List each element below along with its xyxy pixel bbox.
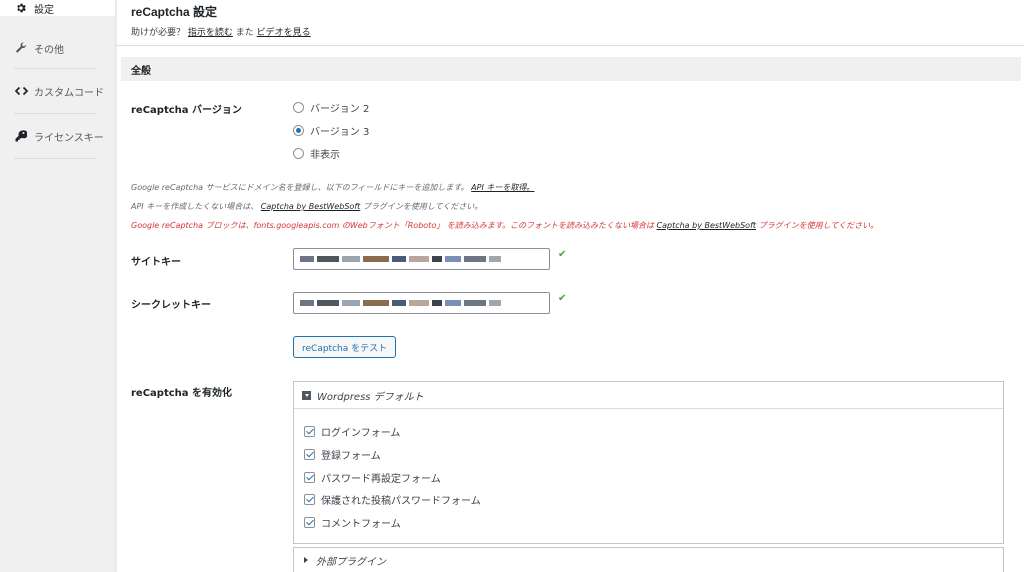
checkbox-checked[interactable] — [304, 449, 315, 460]
radio-button[interactable] — [293, 148, 304, 159]
wordpress-default-group: Wordpress デフォルト ログインフォーム 登録フォーム パスワード再設定… — [293, 381, 1004, 544]
site-key-valid-icon: ✔ — [558, 249, 567, 260]
external-plugins-header[interactable]: 外部プラグイン — [293, 547, 1004, 572]
settings-sidebar: 設定 その他 カスタムコード ライセンスキー — [0, 0, 116, 572]
sidebar-item-label: カスタムコード — [34, 87, 104, 99]
checkbox-comment-form[interactable]: コメントフォーム — [304, 515, 401, 530]
radio-button[interactable] — [293, 102, 304, 113]
font-warning-note: Google reCaptcha ブロックは、fonts.googleapis.… — [131, 221, 879, 230]
watch-video-link[interactable]: ビデオを見る — [257, 28, 311, 38]
checkbox-checked[interactable] — [304, 426, 315, 437]
radio-version-3[interactable]: バージョン 3 — [293, 123, 369, 138]
sidebar-item-custom-code[interactable]: カスタムコード — [0, 69, 115, 113]
version-label: reCaptcha バージョン — [131, 105, 242, 116]
page-header: reCaptcha 設定 助けが必要？ 指示を読む また ビデオを見る — [117, 0, 1024, 46]
wrench-icon — [14, 41, 28, 55]
checkbox-checked[interactable] — [304, 472, 315, 483]
page-title: reCaptcha 設定 — [131, 5, 218, 19]
key-icon — [14, 129, 28, 143]
site-key-input[interactable] — [293, 248, 550, 270]
captcha-bws-link[interactable]: Captcha by BestWebSoft — [261, 202, 361, 211]
settings-main: reCaptcha 設定 助けが必要？ 指示を読む また ビデオを見る 全般 r… — [117, 0, 1024, 572]
collapse-toggle-icon[interactable] — [302, 390, 311, 400]
redacted-value — [300, 300, 501, 306]
radio-version-2[interactable]: バージョン 2 — [293, 100, 369, 115]
sidebar-item-license-key[interactable]: ライセンスキー — [0, 114, 115, 158]
sidebar-item-label: ライセンスキー — [34, 132, 104, 144]
api-key-note: Google reCaptcha サービスにドメイン名を登録し、以下のフィールド… — [131, 183, 535, 192]
sidebar-divider — [14, 158, 97, 159]
read-instructions-link[interactable]: 指示を読む — [188, 28, 233, 38]
sidebar-item-label: その他 — [34, 44, 64, 56]
help-line: 助けが必要？ 指示を読む また ビデオを見る — [131, 28, 311, 38]
checkbox-reset-password-form[interactable]: パスワード再設定フォーム — [304, 470, 441, 485]
checkbox-login-form[interactable]: ログインフォーム — [304, 424, 400, 439]
checkbox-checked[interactable] — [304, 494, 315, 505]
code-icon — [14, 84, 28, 98]
site-key-label: サイトキー — [131, 257, 181, 268]
test-recaptcha-button[interactable]: reCaptcha をテスト — [293, 336, 397, 358]
radio-button-selected[interactable] — [293, 125, 304, 136]
redacted-value — [300, 256, 501, 262]
gear-icon — [14, 1, 28, 15]
wordpress-default-header[interactable]: Wordpress デフォルト — [294, 382, 1003, 409]
expand-arrow-icon — [304, 557, 308, 563]
checkbox-protected-post-form[interactable]: 保護された投稿パスワードフォーム — [304, 492, 481, 507]
enable-label: reCaptcha を有効化 — [131, 388, 233, 399]
secret-key-input[interactable] — [293, 292, 550, 314]
checkbox-checked[interactable] — [304, 517, 315, 528]
sidebar-item-label: 設定 — [34, 4, 54, 16]
section-header-general: 全般 — [121, 57, 1021, 81]
checkbox-registration-form[interactable]: 登録フォーム — [304, 447, 381, 462]
sidebar-item-other[interactable]: その他 — [0, 38, 115, 58]
alt-plugin-note: API キーを作成したくない場合は、 Captcha by BestWebSof… — [131, 202, 483, 211]
radio-invisible[interactable]: 非表示 — [293, 146, 340, 161]
secret-key-valid-icon: ✔ — [558, 293, 567, 304]
captcha-bws-link[interactable]: Captcha by BestWebSoft — [657, 221, 757, 230]
secret-key-label: シークレットキー — [131, 300, 211, 311]
sidebar-item-settings[interactable]: 設定 — [0, 0, 115, 16]
get-api-key-link[interactable]: API キーを取得。 — [471, 183, 534, 192]
